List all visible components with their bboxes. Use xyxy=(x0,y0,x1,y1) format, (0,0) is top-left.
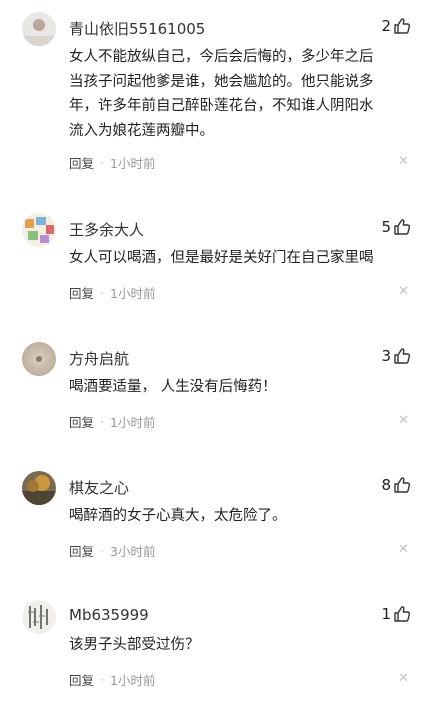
comment-text: 喝酒要适量， 人生没有后悔药！ xyxy=(69,375,413,400)
like-count: 3 xyxy=(381,347,391,365)
comment-text: 女人不能放纵自己，今后会后悔的，多少年之后 当孩子问起他爹是谁，她会尴尬的。他只… xyxy=(69,45,413,143)
comment-line: 喝酒要适量， 人生没有后悔药！ xyxy=(69,379,277,395)
separator-dot: · xyxy=(100,671,104,687)
avatar[interactable] xyxy=(22,600,56,634)
comment-text: 女人可以喝酒，但是最好是关好门在自己家里喝 xyxy=(69,246,413,271)
comment-meta: 回复 · 3小时前 xyxy=(69,541,156,560)
reply-button[interactable]: 回复 xyxy=(69,670,94,689)
avatar[interactable] xyxy=(22,12,56,46)
comment-line: 流入为娘花莲两瓣中。 xyxy=(69,122,214,139)
like-button[interactable]: 1 xyxy=(381,603,411,625)
like-button[interactable]: 5 xyxy=(381,216,411,238)
timestamp: 1小时前 xyxy=(110,672,156,688)
username[interactable]: 青山依旧55161005 xyxy=(69,18,205,39)
like-button[interactable]: 8 xyxy=(381,474,411,496)
reply-button[interactable]: 回复 xyxy=(69,153,94,172)
reply-button[interactable]: 回复 xyxy=(69,541,94,560)
separator-dot: · xyxy=(100,413,104,429)
thumbs-up-icon xyxy=(393,605,411,623)
comment-meta: 回复 · 1小时前 xyxy=(69,283,156,302)
username[interactable]: Mb635999 xyxy=(69,606,149,624)
like-count: 8 xyxy=(381,476,391,494)
close-icon[interactable]: ✕ xyxy=(398,413,409,429)
separator-dot: · xyxy=(100,154,104,170)
avatar[interactable] xyxy=(22,471,56,505)
avatar[interactable] xyxy=(22,342,56,376)
close-icon[interactable]: ✕ xyxy=(398,671,409,687)
separator-dot: · xyxy=(100,284,104,300)
like-button[interactable]: 3 xyxy=(381,345,411,367)
like-count: 1 xyxy=(381,605,391,623)
comment-line: 年，许多年前自己醉卧莲花台，不知谁人阴阳水 xyxy=(69,98,374,114)
close-icon[interactable]: ✕ xyxy=(398,542,409,558)
comment-line: 喝醉酒的女子心真大，太危险了。 xyxy=(69,508,287,524)
username[interactable]: 王多余大人 xyxy=(69,219,144,240)
comment-line: 女人不能放纵自己，今后会后悔的，多少年之后 xyxy=(69,49,374,65)
like-count: 2 xyxy=(381,17,391,35)
comment-meta: 回复 · 1小时前 xyxy=(69,412,156,431)
reply-button[interactable]: 回复 xyxy=(69,412,94,431)
timestamp: 1小时前 xyxy=(110,285,156,301)
thumbs-up-icon xyxy=(393,347,411,365)
timestamp: 3小时前 xyxy=(110,543,156,559)
avatar[interactable] xyxy=(22,213,56,247)
comment-meta: 回复 · 1小时前 xyxy=(69,670,156,689)
separator-dot: · xyxy=(100,542,104,558)
comment-meta: 回复 · 1小时前 xyxy=(69,153,156,172)
username[interactable]: 方舟启航 xyxy=(69,348,129,369)
comment-line: 该男子头部受过伤？ xyxy=(69,637,200,653)
close-icon[interactable]: ✕ xyxy=(398,284,409,300)
username[interactable]: 棋友之心 xyxy=(69,477,129,498)
thumbs-up-icon xyxy=(393,218,411,236)
like-button[interactable]: 2 xyxy=(381,15,411,37)
thumbs-up-icon xyxy=(393,476,411,494)
thumbs-up-icon xyxy=(393,17,411,35)
like-count: 5 xyxy=(381,218,391,236)
timestamp: 1小时前 xyxy=(110,414,156,430)
comment-text: 该男子头部受过伤？ xyxy=(69,633,413,658)
comment-line: 当孩子问起他爹是谁，她会尴尬的。他只能说多 xyxy=(69,73,374,90)
reply-button[interactable]: 回复 xyxy=(69,283,94,302)
timestamp: 1小时前 xyxy=(110,155,156,171)
comment-text: 喝醉酒的女子心真大，太危险了。 xyxy=(69,504,413,529)
comment-line: 女人可以喝酒，但是最好是关好门在自己家里喝 xyxy=(69,250,374,266)
close-icon[interactable]: ✕ xyxy=(398,154,409,170)
